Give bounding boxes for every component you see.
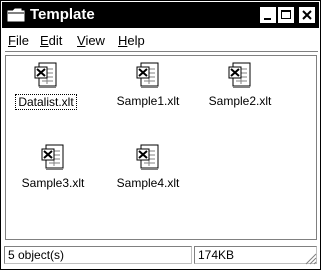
- file-item-datalist[interactable]: Datalist.xlt: [8, 60, 84, 110]
- menu-edit[interactable]: Edit: [40, 33, 62, 48]
- minimize-button[interactable]: [260, 7, 276, 23]
- file-name: Sample2.xlt: [208, 94, 272, 108]
- file-item-sample1[interactable]: Sample1.xlt: [110, 60, 186, 108]
- file-name: Sample1.xlt: [116, 94, 180, 108]
- file-item-sample3[interactable]: Sample3.xlt: [15, 142, 91, 190]
- explorer-window: Template File Edit View Help Datalist.xl…: [0, 0, 321, 270]
- folder-icon: [7, 8, 25, 22]
- file-name: Datalist.xlt: [15, 94, 77, 110]
- maximize-button[interactable]: [278, 7, 294, 23]
- close-icon: [302, 10, 312, 20]
- menu-view[interactable]: View: [77, 33, 105, 48]
- excel-template-icon: [136, 144, 159, 170]
- excel-template-icon: [136, 62, 159, 88]
- status-bar: 5 object(s) 174KB: [2, 244, 319, 268]
- excel-template-icon: [34, 62, 57, 88]
- file-item-sample4[interactable]: Sample4.xlt: [110, 142, 186, 190]
- file-name: Sample3.xlt: [21, 176, 85, 190]
- maximize-icon: [281, 10, 291, 19]
- menu-file[interactable]: File: [8, 33, 29, 48]
- file-name: Sample4.xlt: [116, 176, 180, 190]
- menu-bar: File Edit View Help: [2, 30, 319, 50]
- close-button[interactable]: [299, 7, 315, 23]
- menu-help[interactable]: Help: [118, 33, 145, 48]
- excel-template-icon: [228, 62, 251, 88]
- excel-template-icon: [41, 144, 64, 170]
- file-item-sample2[interactable]: Sample2.xlt: [202, 60, 278, 108]
- status-size: 174KB: [194, 246, 317, 264]
- menu-divider: [5, 51, 318, 53]
- title-bar[interactable]: Template: [2, 2, 319, 28]
- window-title: Template: [30, 6, 95, 23]
- status-object-count: 5 object(s): [4, 246, 192, 264]
- file-list-view[interactable]: Datalist.xlt Sample1.xlt Sample2.xlt Sam…: [5, 55, 317, 240]
- minimize-icon: [264, 18, 271, 20]
- resize-grip-icon[interactable]: [305, 253, 317, 265]
